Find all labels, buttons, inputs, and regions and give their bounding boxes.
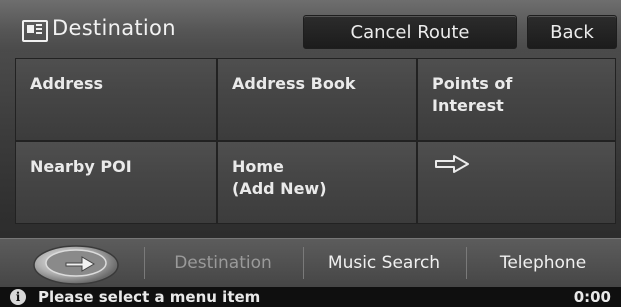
map-icon [22, 20, 48, 42]
menu-item-address[interactable]: Address [15, 58, 217, 141]
menu-item-label: Address [30, 74, 104, 93]
tab-separator [466, 247, 467, 279]
status-bar: i Please select a menu item 0:00 [0, 287, 621, 307]
menu-item-points-of-interest[interactable]: Points of Interest [417, 58, 616, 141]
right-arrow-icon [435, 155, 469, 173]
menu-item-nearby-poi[interactable]: Nearby POI [15, 141, 217, 224]
menu-item-label: Nearby POI [30, 157, 132, 176]
navigation-screen: Destination Cancel Route Back Address Ad… [0, 0, 621, 307]
status-message: Please select a menu item [38, 288, 261, 306]
menu-item-next-page[interactable] [417, 141, 616, 224]
bottom-tab-bar: Destination Music Search Telephone [0, 238, 621, 287]
tab-separator [144, 247, 145, 279]
title-bar: Destination Cancel Route Back [0, 0, 621, 52]
back-button[interactable]: Back [527, 15, 617, 49]
menu-item-label: Home (Add New) [232, 157, 327, 198]
destination-menu-grid: Address Address Book Points of Interest … [15, 58, 616, 224]
menu-item-address-book[interactable]: Address Book [217, 58, 417, 141]
tab-separator [303, 247, 304, 279]
tab-destination[interactable]: Destination [148, 239, 298, 287]
menu-item-label: Points of Interest [432, 74, 513, 115]
menu-item-home[interactable]: Home (Add New) [217, 141, 417, 224]
navigation-disc-icon[interactable] [32, 241, 120, 285]
page-title: Destination [52, 16, 176, 40]
tab-music-search[interactable]: Music Search [306, 239, 462, 287]
clock: 0:00 [573, 288, 611, 306]
menu-item-label: Address Book [232, 74, 356, 93]
cancel-route-button[interactable]: Cancel Route [303, 15, 517, 49]
info-icon: i [10, 289, 26, 305]
tab-telephone[interactable]: Telephone [470, 239, 616, 287]
